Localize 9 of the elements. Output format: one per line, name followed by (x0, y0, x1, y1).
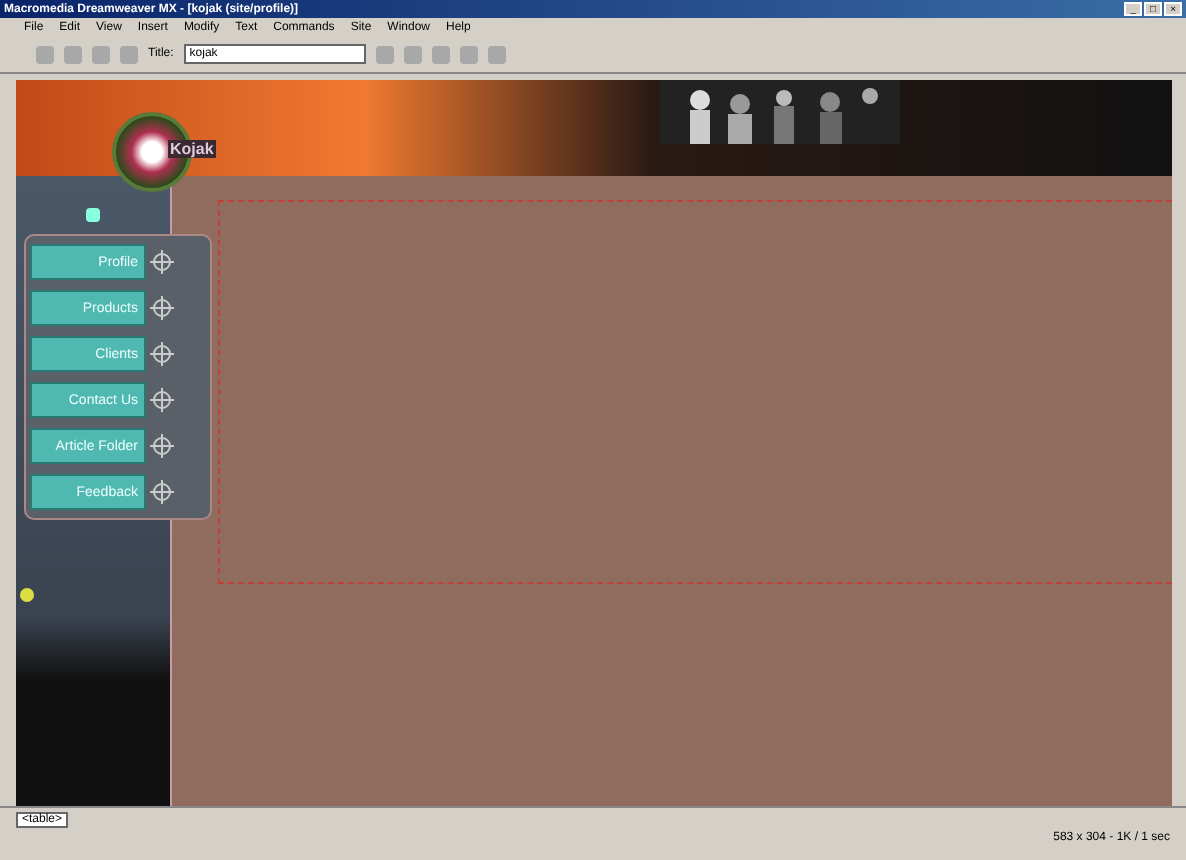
anchor-icon (86, 208, 100, 222)
crosshair-icon (150, 388, 174, 412)
marker-icon (20, 588, 34, 602)
crosshair-icon (150, 434, 174, 458)
crosshair-icon (150, 250, 174, 274)
crosshair-icon (150, 296, 174, 320)
crosshair-icon (150, 342, 174, 366)
logo-text: Kojak (168, 140, 216, 158)
crosshair-icon (150, 480, 174, 504)
